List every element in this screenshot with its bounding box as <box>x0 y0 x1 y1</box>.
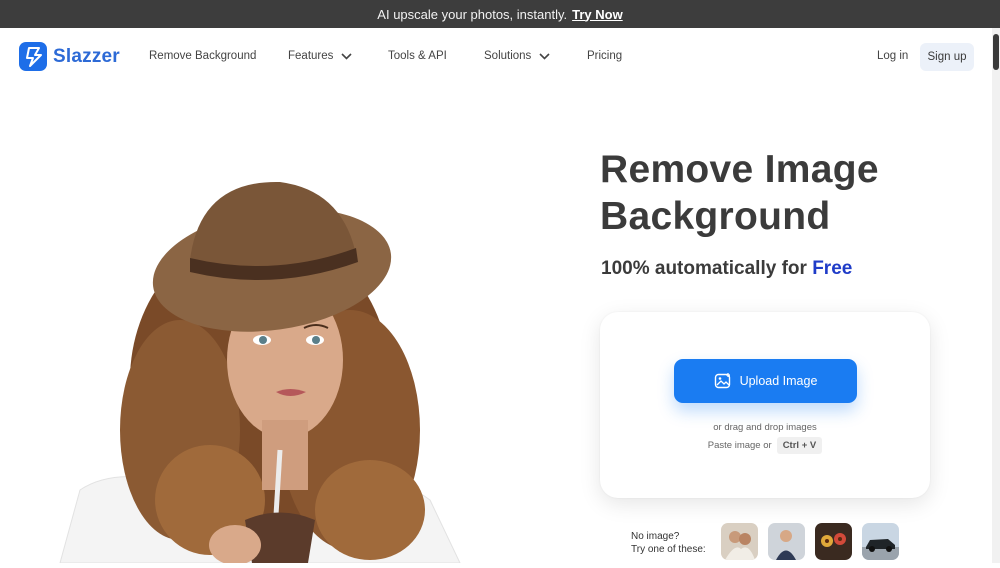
title-line-2: Background <box>600 195 831 238</box>
sample-thumb-car[interactable] <box>862 523 899 560</box>
chevron-down-icon <box>539 52 550 60</box>
nav-pricing[interactable]: Pricing <box>587 50 622 62</box>
subtitle-free: Free <box>812 258 853 279</box>
top-nav: Slazzer Remove Background Features Tools… <box>0 28 992 86</box>
sample-thumb-flowers[interactable] <box>815 523 852 560</box>
chevron-down-icon <box>341 52 352 60</box>
sample-thumb-couple[interactable] <box>721 523 758 560</box>
drag-drop-text: or drag and drop images <box>713 422 817 433</box>
logo-text: Slazzer <box>53 45 120 67</box>
upload-card[interactable]: Upload Image or drag and drop images Pas… <box>600 312 930 498</box>
logo[interactable]: Slazzer <box>19 42 120 71</box>
subtitle: 100% automatically for Free <box>601 258 852 280</box>
logo-icon <box>19 42 47 71</box>
scrollbar-thumb[interactable] <box>993 34 999 70</box>
nav-label: Solutions <box>484 50 532 62</box>
scrollbar[interactable] <box>992 28 1000 563</box>
nav-remove-background[interactable]: Remove Background <box>149 50 256 62</box>
signup-button[interactable]: Sign up <box>920 43 974 71</box>
nav-label: Tools & API <box>388 50 447 62</box>
sample-line-2: Try one of these: <box>631 544 706 555</box>
title-line-1: Remove Image <box>600 148 879 191</box>
page-title: Remove Image Background <box>600 146 879 240</box>
subtitle-prefix: 100% automatically for <box>601 258 807 279</box>
shortcut-key: Ctrl + V <box>776 437 823 454</box>
promo-link[interactable]: Try Now <box>572 7 623 22</box>
paste-text: Paste image or <box>707 440 772 451</box>
sample-thumb-child[interactable] <box>768 523 805 560</box>
paste-hint: Paste image or Ctrl + V <box>600 437 930 454</box>
promo-text: AI upscale your photos, instantly. <box>377 6 568 22</box>
hero-photo <box>40 170 490 565</box>
promo-bar: AI upscale your photos, instantly. Try N… <box>0 0 1000 28</box>
nav-label: Pricing <box>587 50 623 62</box>
nav-tools-api[interactable]: Tools & API <box>388 50 447 62</box>
login-link[interactable]: Log in <box>877 50 908 62</box>
upload-button-label: Upload Image <box>739 374 818 388</box>
nav-solutions[interactable]: Solutions <box>484 50 550 62</box>
nav-features[interactable]: Features <box>288 50 352 62</box>
upload-image-button[interactable]: Upload Image <box>674 359 857 403</box>
image-upload-icon <box>714 373 730 389</box>
sample-line-1: No image? <box>631 531 680 542</box>
nav-label: Features <box>288 50 334 62</box>
sample-label: No image? Try one of these: <box>631 530 706 556</box>
nav-label: Remove Background <box>149 50 257 62</box>
